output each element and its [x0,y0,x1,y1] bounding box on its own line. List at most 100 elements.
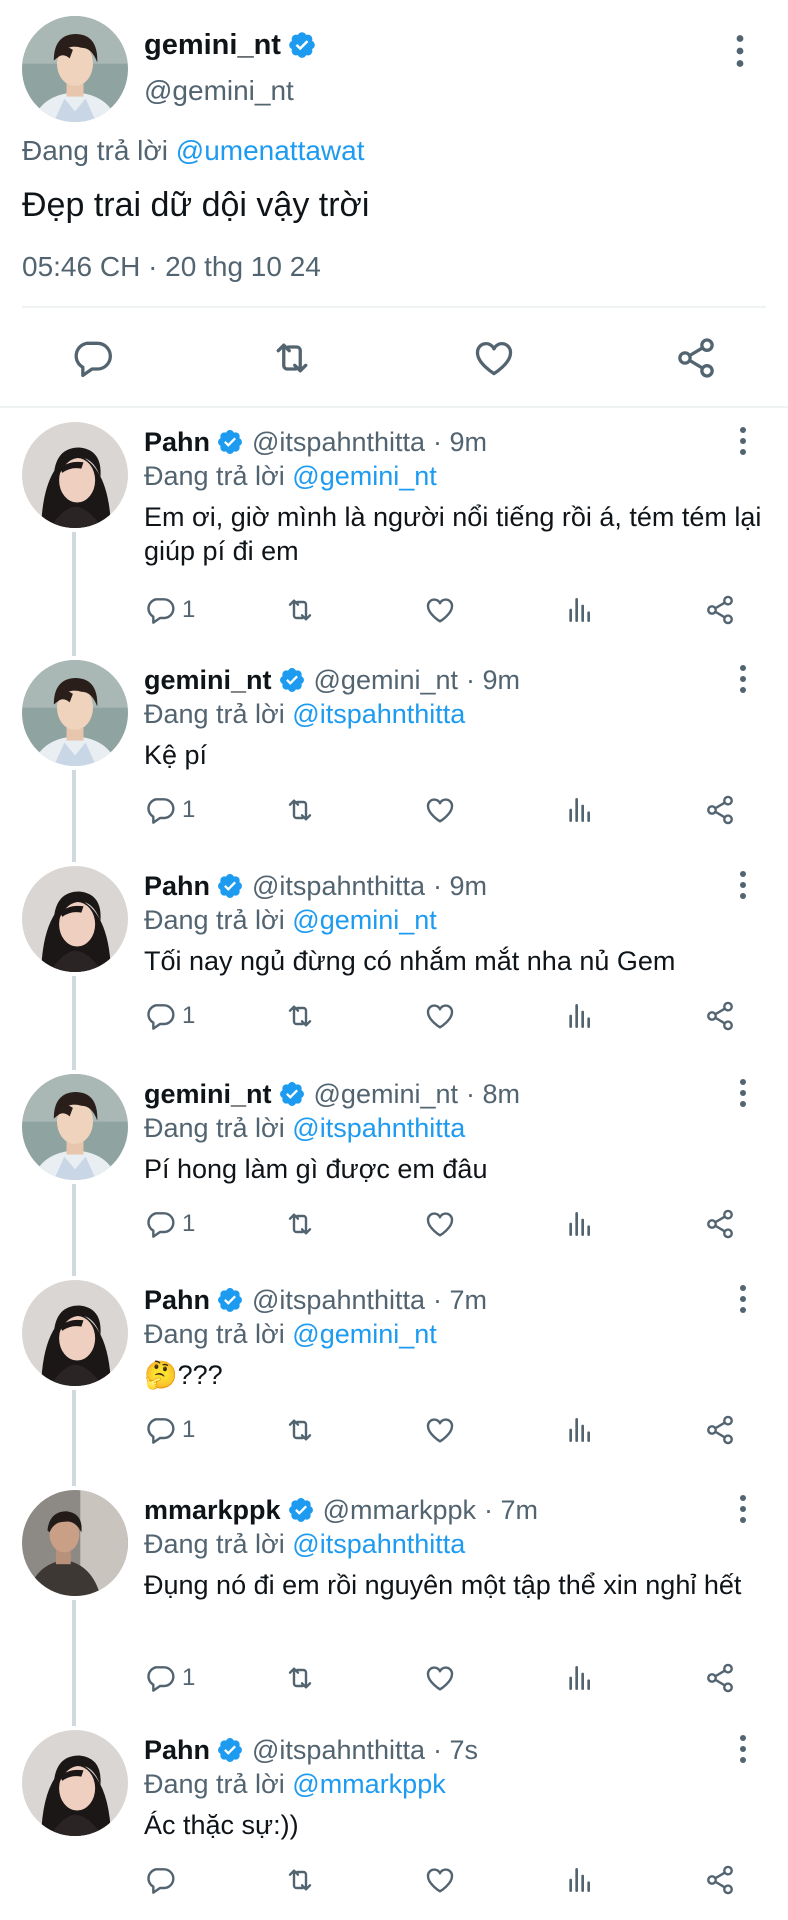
author-handle[interactable]: @itspahnthitta [252,1734,425,1766]
more-options-icon[interactable] [735,1734,751,1764]
reply-icon[interactable] [144,794,176,826]
reply-time[interactable]: · 7m [433,1284,487,1316]
retweet-action[interactable] [284,1862,316,1898]
reply-icon[interactable] [144,1414,176,1446]
author-handle[interactable]: @mmarkppk [323,1494,476,1526]
avatar[interactable] [22,1730,128,1836]
reply-icon[interactable] [144,1000,176,1032]
more-options-icon[interactable] [730,34,750,68]
author-name[interactable]: Pahn [144,870,210,902]
reply-time[interactable]: · 9m [466,664,520,696]
reply-time[interactable]: · 8m [466,1078,520,1110]
author-name[interactable]: Pahn [144,1734,210,1766]
reply-icon[interactable] [144,1662,176,1694]
author-name[interactable]: Pahn [144,426,210,458]
replying-to-link[interactable]: @mmarkppk [292,1769,445,1799]
avatar[interactable] [22,660,128,766]
author-name[interactable]: mmarkppk [144,1494,281,1526]
reply-icon[interactable] [70,336,114,380]
reply-action[interactable]: 1 [144,792,195,828]
share-icon[interactable] [704,594,736,626]
reply-time[interactable]: · 7m [484,1494,538,1526]
like-action[interactable] [424,1660,456,1696]
reply-action[interactable] [144,1862,182,1898]
author-handle[interactable]: @itspahnthitta [252,426,425,458]
like-icon[interactable] [424,1208,456,1240]
more-options-icon[interactable] [735,1078,751,1108]
author-handle[interactable]: @gemini_nt [314,1078,458,1110]
like-action[interactable] [424,792,456,828]
avatar[interactable] [22,16,128,122]
views-icon[interactable] [564,1864,596,1896]
views-icon[interactable] [564,1000,596,1032]
views-action[interactable] [564,1412,596,1448]
more-options-icon[interactable] [735,1284,751,1314]
reply-icon[interactable] [144,594,176,626]
author-name[interactable]: gemini_nt [144,664,272,696]
views-action[interactable] [564,592,596,628]
author-handle[interactable]: @itspahnthitta [252,1284,425,1316]
reply-action[interactable]: 1 [144,592,195,628]
author-handle[interactable]: @gemini_nt [314,664,458,696]
like-action[interactable] [424,1862,456,1898]
like-icon[interactable] [424,1000,456,1032]
more-options-icon[interactable] [735,870,751,900]
views-action[interactable] [564,998,596,1034]
replying-to-link[interactable]: @itspahnthitta [292,1529,465,1559]
share-icon[interactable] [704,1000,736,1032]
replying-to-link[interactable]: @gemini_nt [292,461,436,491]
author-handle[interactable]: @itspahnthitta [252,870,425,902]
share-action[interactable] [704,998,736,1034]
reply-action[interactable]: 1 [144,998,195,1034]
views-action[interactable] [564,1660,596,1696]
share-action[interactable] [704,1412,736,1448]
views-icon[interactable] [564,794,596,826]
like-action[interactable] [424,592,456,628]
retweet-action[interactable] [284,998,316,1034]
retweet-action[interactable] [284,1412,316,1448]
author-name[interactable]: gemini_nt [144,28,281,62]
views-icon[interactable] [564,594,596,626]
replying-to-link[interactable]: @gemini_nt [292,1319,436,1349]
share-action[interactable] [704,592,736,628]
like-action[interactable] [424,1206,456,1242]
avatar[interactable] [22,1074,128,1180]
like-icon[interactable] [424,1414,456,1446]
reply-icon[interactable] [144,1208,176,1240]
like-icon[interactable] [424,1864,456,1896]
views-icon[interactable] [564,1208,596,1240]
reply-time[interactable]: · 9m [433,426,487,458]
like-icon[interactable] [472,336,516,380]
retweet-icon[interactable] [284,1662,316,1694]
retweet-icon[interactable] [284,1864,316,1896]
retweet-icon[interactable] [284,794,316,826]
like-icon[interactable] [424,594,456,626]
share-icon[interactable] [704,1414,736,1446]
avatar[interactable] [22,1490,128,1596]
like-icon[interactable] [424,794,456,826]
retweet-action[interactable] [284,592,316,628]
views-action[interactable] [564,1206,596,1242]
reply-action[interactable]: 1 [144,1206,195,1242]
reply-time[interactable]: · 9m [433,870,487,902]
share-icon[interactable] [674,336,718,380]
retweet-icon[interactable] [284,1208,316,1240]
more-options-icon[interactable] [735,426,751,456]
share-icon[interactable] [704,1662,736,1694]
views-action[interactable] [564,1862,596,1898]
author-name[interactable]: gemini_nt [144,1078,272,1110]
like-icon[interactable] [424,1662,456,1694]
more-options-icon[interactable] [735,664,751,694]
reply-action[interactable]: 1 [144,1412,195,1448]
reply-action[interactable]: 1 [144,1660,195,1696]
views-icon[interactable] [564,1414,596,1446]
views-icon[interactable] [564,1662,596,1694]
retweet-icon[interactable] [284,1000,316,1032]
avatar[interactable] [22,866,128,972]
author-name-row[interactable]: gemini_nt [144,28,317,62]
like-action[interactable] [424,998,456,1034]
reply-time[interactable]: · 7s [433,1734,478,1766]
share-action[interactable] [704,1206,736,1242]
share-action[interactable] [704,792,736,828]
retweet-action[interactable] [284,1660,316,1696]
